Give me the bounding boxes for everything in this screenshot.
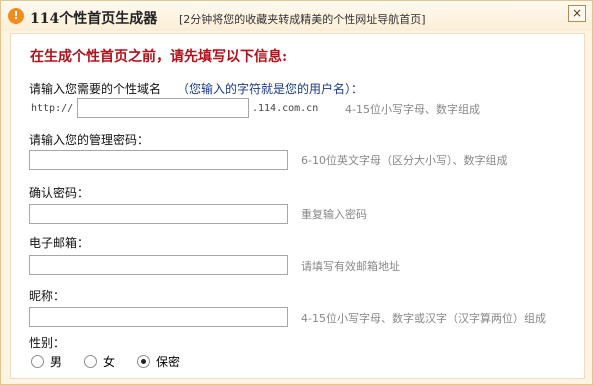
title-bar: ! 114个性首页生成器 [2分钟将您的收藏夹转成精美的个性网址导航首页] × xyxy=(1,1,592,31)
dialog-title: 114个性首页生成器 xyxy=(30,11,158,27)
close-button[interactable]: × xyxy=(568,5,586,22)
domain-label-row: 请输入您需要的个性域名 （您输入的字符就是您的用户名）： xyxy=(29,80,363,97)
radio-button[interactable] xyxy=(137,355,151,368)
domain-hint: 4-15位小写字母、数字组成 xyxy=(345,103,480,116)
nickname-label: 昵称： xyxy=(29,289,66,303)
email-label: 电子邮箱： xyxy=(29,236,90,250)
gender-option-male[interactable]: 男 xyxy=(31,353,62,370)
form-heading: 在生成个性首页之前，请先填写以下信息: xyxy=(30,49,288,65)
domain-input[interactable] xyxy=(77,98,249,118)
domain-prefix: http:// xyxy=(31,103,74,114)
confirm-hint: 重复输入密码 xyxy=(301,208,367,221)
info-circle-icon: ! xyxy=(8,8,24,24)
password-input[interactable] xyxy=(29,150,288,170)
password-hint: 6-10位英文字母（区分大小写）、数字组成 xyxy=(301,154,508,167)
email-input[interactable] xyxy=(29,255,288,275)
gender-radio-group: 男 女 保密 xyxy=(31,353,202,370)
gender-label: 性别： xyxy=(29,336,66,350)
nickname-input[interactable] xyxy=(29,307,288,327)
password-label: 请输入您的管理密码： xyxy=(29,133,150,147)
gender-option-label: 保密 xyxy=(156,355,181,369)
dialog-subtitle: [2分钟将您的收藏夹转成精美的个性网址导航首页] xyxy=(179,13,426,26)
gender-option-label: 女 xyxy=(103,355,116,369)
radio-button[interactable] xyxy=(31,355,44,368)
gender-option-female[interactable]: 女 xyxy=(84,353,115,370)
domain-note: （您输入的字符就是您的用户名）： xyxy=(177,82,364,96)
gender-option-private[interactable]: 保密 xyxy=(137,353,180,370)
domain-label: 请输入您需要的个性域名 xyxy=(29,82,162,96)
email-hint: 请填写有效邮箱地址 xyxy=(301,260,400,273)
dialog-window: ! 114个性首页生成器 [2分钟将您的收藏夹转成精美的个性网址导航首页] × … xyxy=(0,0,593,385)
confirm-label: 确认密码： xyxy=(29,186,90,200)
form-panel: 在生成个性首页之前，请先填写以下信息: 请输入您需要的个性域名 （您输入的字符就是… xyxy=(10,33,585,379)
gender-option-label: 男 xyxy=(50,355,63,369)
confirm-password-input[interactable] xyxy=(29,204,288,224)
nickname-hint: 4-15位小写字母、数字或汉字（汉字算两位）组成 xyxy=(301,312,546,325)
domain-suffix: .114.com.cn xyxy=(252,103,319,114)
radio-button[interactable] xyxy=(84,355,98,368)
